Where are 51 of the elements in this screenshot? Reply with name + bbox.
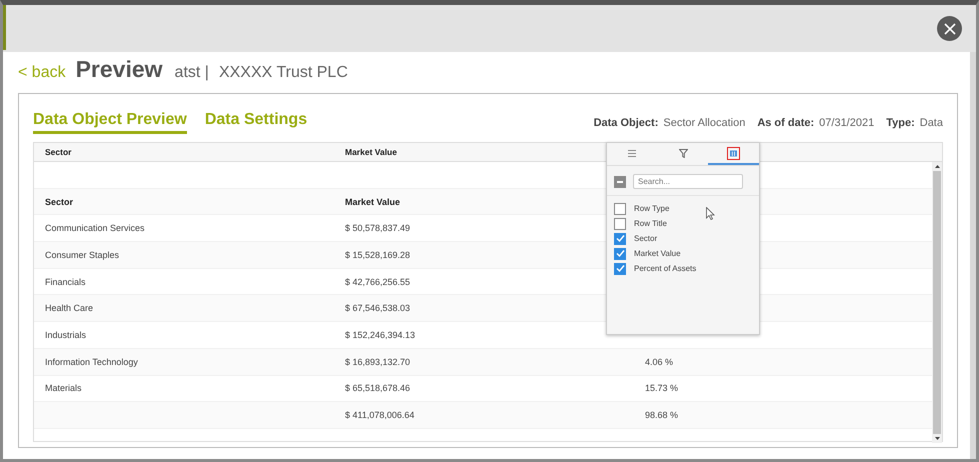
company-name: XXXXX Trust PLC — [218, 64, 348, 82]
column-option[interactable]: Row Type — [634, 204, 670, 213]
table-cell: Health Care — [45, 303, 94, 314]
table-cell: $ 42,766,256.55 — [345, 276, 410, 287]
checkbox[interactable] — [614, 248, 626, 260]
column-option[interactable]: Market Value — [634, 249, 681, 258]
table-cell: Information Technology — [45, 356, 138, 367]
table-cell: $ 152,246,394.13 — [345, 330, 416, 340]
table-cell: 98.68 % — [645, 410, 678, 420]
filter-icon — [678, 148, 688, 158]
column-option[interactable]: Percent of Assets — [634, 264, 696, 273]
table-cell: Communication Services — [45, 223, 145, 234]
table-cell: Industrials — [45, 330, 86, 340]
scroll-up-icon[interactable] — [934, 165, 940, 168]
search-field[interactable]: Search... — [633, 174, 743, 189]
meta-value: 07/31/2021 — [819, 117, 874, 129]
checkbox[interactable] — [614, 202, 626, 214]
table-cell: $ 16,893,132.70 — [345, 356, 410, 367]
select-all-checkbox[interactable] — [614, 176, 626, 188]
menu-icon — [628, 150, 636, 156]
meta-value: Data — [920, 117, 943, 129]
meta-value: Sector Allocation — [663, 117, 746, 129]
column-option[interactable]: Sector — [634, 234, 658, 243]
table-cell: $ 67,546,538.03 — [345, 303, 410, 314]
checkbox[interactable] — [614, 232, 626, 244]
page-title: Preview — [76, 56, 163, 83]
meta-label: As of date: — [757, 117, 814, 129]
table-cell: $ 15,528,169.28 — [345, 250, 410, 260]
table-cell: $ 411,078,006.64 — [345, 410, 414, 420]
close-button[interactable] — [937, 16, 962, 41]
column-option[interactable]: Row Title — [634, 219, 667, 228]
checkbox[interactable] — [614, 262, 626, 274]
pointer-icon — [706, 207, 715, 220]
table-cell: Materials — [45, 383, 82, 394]
columns-icon — [727, 146, 740, 160]
table-cell: Financials — [45, 276, 86, 287]
close-icon — [944, 22, 956, 34]
table-cell: 4.06 % — [645, 356, 674, 367]
table-cell: Consumer Staples — [45, 250, 120, 260]
column-header[interactable]: Sector — [34, 147, 334, 157]
table-cell: Market Value — [345, 196, 400, 207]
table-cell: 15.73 % — [645, 383, 678, 394]
meta-label: Type: — [886, 117, 915, 129]
meta-label: Data Object: — [594, 117, 658, 129]
table-cell: $ 50,578,837.49 — [345, 223, 410, 234]
scroll-down-icon[interactable] — [934, 437, 940, 440]
scrollbar[interactable] — [932, 162, 942, 443]
table-cell: Sector — [45, 196, 74, 207]
page-subtitle: atst | — [174, 64, 209, 82]
table-cell: $ 65,518,678.46 — [345, 383, 410, 394]
checkbox[interactable] — [614, 218, 626, 230]
